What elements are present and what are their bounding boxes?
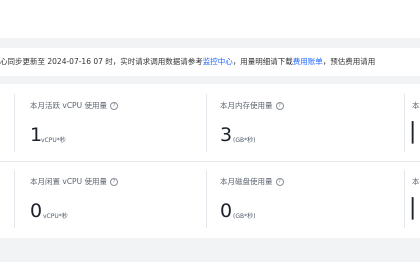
notice-prefix: 心同步更新至 2024-07-16 07 时，实时请求调用数据请参考 (0, 57, 203, 66)
page-background (0, 244, 420, 262)
card-label: 本月活跃 vCPU 使用量? (30, 100, 118, 111)
memory-usage-card: 本月内存使用量? 3 (GB*秒) (220, 100, 370, 160)
question-circle-icon[interactable]: ? (275, 102, 284, 110)
row-divider (0, 161, 420, 162)
disk-usage-card: 本月磁盘使用量? 0 (GB*秒) (220, 176, 370, 236)
card-divider (206, 94, 207, 152)
card-label: 本 (412, 101, 420, 110)
usage-panel: 本月活跃 vCPU 使用量? 1 vCPU*秒 本月内存使用量? 3 (GB*秒… (0, 84, 420, 238)
truncated-card: 本 ▏ (412, 100, 420, 160)
card-divider (14, 94, 15, 152)
card-unit: (GB*秒) (233, 213, 256, 220)
billing-statement-link[interactable]: 费用账单 (293, 57, 323, 66)
monitoring-center-link[interactable]: 监控中心 (203, 57, 233, 66)
question-circle-icon[interactable]: ? (109, 178, 118, 186)
top-bar (0, 0, 420, 38)
card-value: 0 (30, 200, 43, 222)
card-label: 本月内存使用量? (220, 100, 284, 111)
notice-suffix: ，预估费用请用 (322, 57, 376, 66)
card-unit: vCPU*秒 (43, 213, 68, 220)
card-unit: vCPU*秒 (41, 137, 66, 144)
question-circle-icon[interactable]: ? (275, 178, 284, 186)
card-divider (206, 170, 207, 228)
truncated-card: 本 ▏ (412, 176, 420, 236)
card-value: 3 (220, 124, 233, 146)
card-divider (404, 170, 405, 228)
card-value: 0 (220, 200, 233, 222)
card-label: 本月闲置 vCPU 使用量? (30, 176, 118, 187)
card-divider (404, 94, 405, 152)
card-value: ▏ (412, 198, 420, 220)
card-label: 本月磁盘使用量? (220, 176, 284, 187)
card-divider (14, 170, 15, 228)
card-unit: (GB*秒) (233, 137, 256, 144)
notice-middle: ，用量明细请下载 (232, 57, 293, 66)
data-update-notice: 心同步更新至 2024-07-16 07 时，实时请求调用数据请参考监控中心，用… (0, 48, 420, 76)
card-label: 本 (412, 177, 420, 186)
idle-vcpu-usage-card: 本月闲置 vCPU 使用量? 0 vCPU*秒 (30, 176, 180, 236)
question-circle-icon[interactable]: ? (109, 102, 118, 110)
card-value: ▏ (412, 122, 420, 144)
active-vcpu-usage-card: 本月活跃 vCPU 使用量? 1 vCPU*秒 (30, 100, 180, 160)
